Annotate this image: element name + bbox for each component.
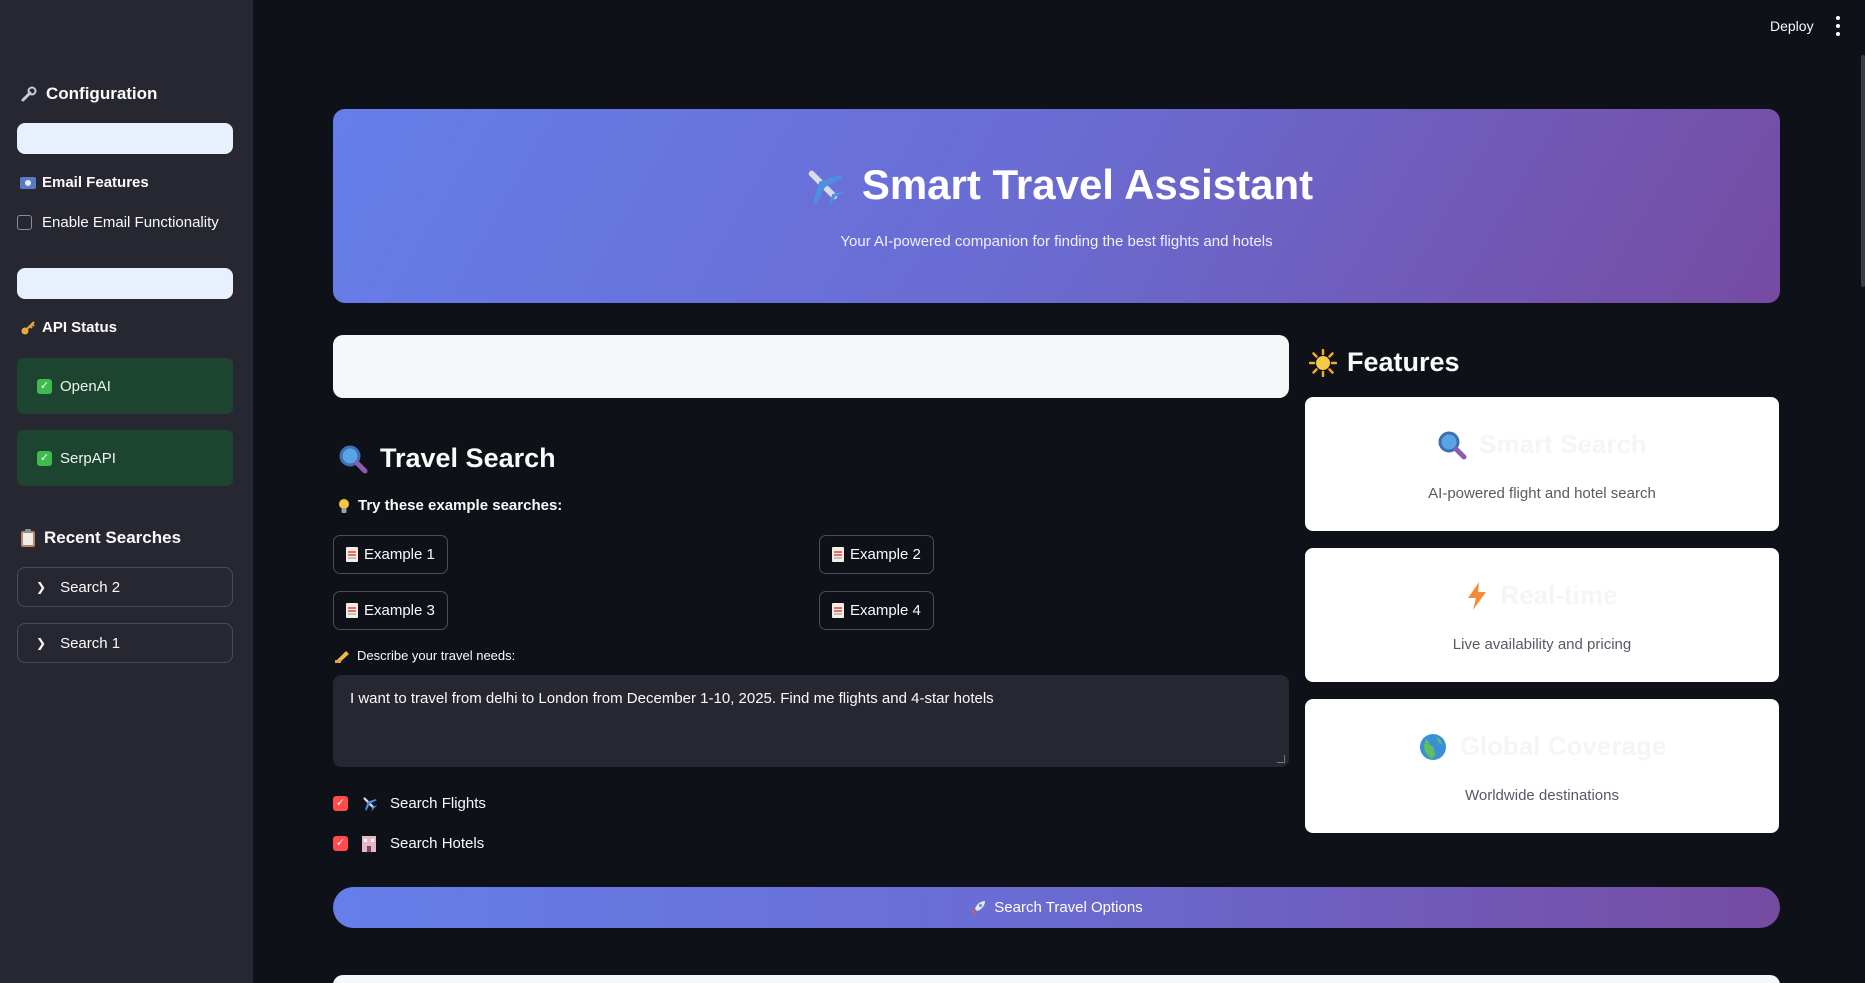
magnifier-icon (338, 444, 368, 474)
recent-search-item[interactable]: ❯ Search 1 (17, 623, 233, 663)
search-flights-checkbox[interactable]: ✓ (333, 795, 348, 811)
hotel-icon (360, 834, 378, 852)
key-icon (20, 320, 36, 336)
chevron-right-icon: ❯ (36, 636, 47, 650)
scrollbar[interactable] (1861, 55, 1865, 287)
feature-card-description: Worldwide destinations (1465, 787, 1619, 804)
feature-card-description: Live availability and pricing (1452, 636, 1632, 653)
hero-banner: Smart Travel Assistant Your AI-powered c… (333, 109, 1780, 303)
travel-search-title: Travel Search (338, 443, 556, 474)
feature-card-description: AI-powered flight and hotel search (1428, 485, 1656, 502)
lightning-icon (1466, 581, 1488, 611)
example-4-button[interactable]: Example 4 (819, 591, 934, 630)
clipboard-icon (20, 529, 36, 547)
page-title: Smart Travel Assistant (333, 161, 1780, 209)
deploy-button[interactable]: Deploy (1770, 18, 1814, 34)
email-features-label: Email Features (20, 174, 149, 191)
rocket-icon (970, 900, 986, 916)
sidebar: Configuration Email Features Enable Emai… (0, 0, 253, 983)
describe-label: Describe your travel needs: (335, 648, 515, 663)
feature-card-smart-search: Smart Search AI-powered flight and hotel… (1305, 397, 1779, 531)
writing-hand-icon (335, 649, 351, 663)
airplane-icon (360, 794, 378, 812)
magnifier-icon (1437, 430, 1467, 460)
globe-icon (1418, 732, 1448, 762)
search-hotels-checkbox[interactable]: ✓ (333, 835, 348, 851)
email-icon (20, 176, 36, 189)
check-icon: ✓ (37, 378, 52, 394)
example-tip: Try these example searches: (338, 497, 562, 514)
document-icon (832, 547, 844, 562)
resize-handle[interactable] (1277, 755, 1285, 763)
page-subtitle: Your AI-powered companion for finding th… (840, 233, 1273, 250)
search-flights-checkbox-row[interactable]: ✓ Search Flights (333, 794, 486, 812)
wrench-icon (20, 85, 38, 103)
main-menu-icon[interactable] (1831, 16, 1845, 36)
api-status-openai: ✓ OpenAI (17, 358, 233, 414)
travel-query-textarea[interactable]: I want to travel from delhi to London fr… (333, 675, 1289, 767)
document-icon (346, 603, 358, 618)
recent-searches-header: Recent Searches (20, 528, 181, 548)
feature-card-real-time: Real-time Live availability and pricing (1305, 548, 1779, 682)
document-icon (346, 547, 358, 562)
sparkle-icon (1309, 348, 1337, 377)
api-status-serpapi: ✓ SerpAPI (17, 430, 233, 486)
lightbulb-icon (338, 498, 350, 514)
airplane-icon (800, 162, 846, 208)
recent-search-item[interactable]: ❯ Search 2 (17, 567, 233, 607)
example-1-button[interactable]: Example 1 (333, 535, 448, 574)
feature-card-title: Real-time (1500, 580, 1618, 610)
configuration-header: Configuration (20, 84, 157, 104)
check-icon: ✓ (37, 450, 52, 466)
feature-card-title: Global Coverage (1459, 731, 1667, 761)
enable-email-checkbox[interactable] (17, 215, 32, 230)
search-hotels-checkbox-row[interactable]: ✓ Search Hotels (333, 834, 484, 852)
api-status-label: API Status (20, 319, 117, 336)
info-panel (333, 335, 1289, 398)
example-3-button[interactable]: Example 3 (333, 591, 448, 630)
email-input[interactable] (17, 268, 233, 299)
document-icon (832, 603, 844, 618)
enable-email-checkbox-row[interactable]: Enable Email Functionality (17, 214, 219, 231)
chevron-right-icon: ❯ (36, 580, 47, 594)
config-input[interactable] (17, 123, 233, 154)
feature-card-title: Smart Search (1479, 429, 1647, 459)
search-travel-options-button[interactable]: Search Travel Options (333, 887, 1780, 928)
feature-card-global-coverage: Global Coverage Worldwide destinations (1305, 699, 1779, 833)
features-title: Features (1309, 347, 1460, 378)
example-2-button[interactable]: Example 2 (819, 535, 934, 574)
results-panel (333, 975, 1780, 983)
